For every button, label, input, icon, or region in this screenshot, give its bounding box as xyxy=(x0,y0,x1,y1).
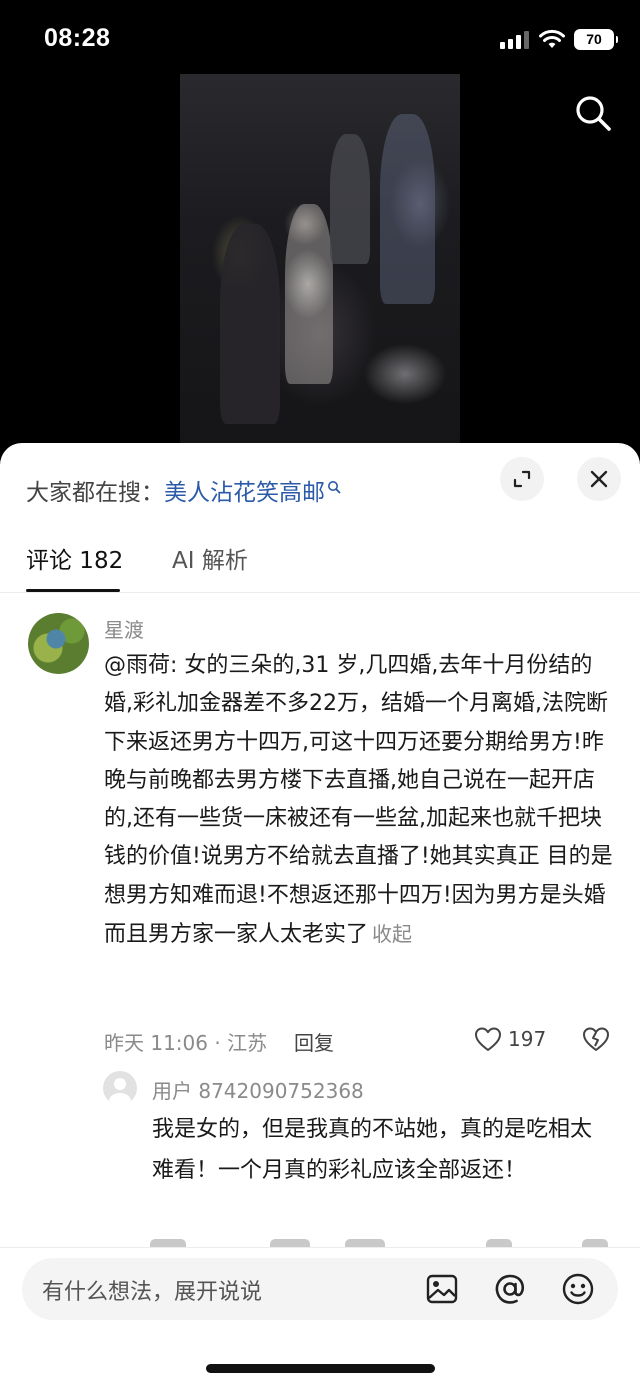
tab-ai-analysis[interactable]: AI 解析 xyxy=(172,541,248,575)
trending-search[interactable]: 大家都在搜：美人沾花笑高邮 xyxy=(26,473,341,507)
heart-icon xyxy=(475,1027,501,1051)
video-player[interactable] xyxy=(180,74,460,446)
expand-icon xyxy=(513,470,531,488)
comments-sheet: 大家都在搜：美人沾花笑高邮 评论 182 AI 解析 星渡 @雨荷: 女的三朵的… xyxy=(0,443,640,1386)
search-icon[interactable] xyxy=(572,92,614,134)
reply-text: 我是女的，但是我真的不站她，真的是吃相太难看！一个月真的彩礼应该全部返还！ xyxy=(152,1117,593,1183)
avatar[interactable] xyxy=(28,613,89,674)
small-search-icon xyxy=(328,481,341,494)
wifi-icon xyxy=(539,29,565,48)
reply-author[interactable]: 用户 8742090752368 xyxy=(152,1075,364,1104)
image-icon[interactable] xyxy=(424,1271,460,1307)
comment-input-bar: 有什么想法，展开说说 xyxy=(0,1247,640,1386)
expand-button[interactable] xyxy=(500,457,544,501)
like-button[interactable]: 197 xyxy=(474,1025,546,1053)
like-count: 197 xyxy=(508,1027,547,1051)
status-time: 08:28 xyxy=(44,24,111,52)
close-button[interactable] xyxy=(577,457,621,501)
at-icon[interactable] xyxy=(492,1271,528,1307)
screen: 08:28 70 大家都在搜：美人沾花笑高邮 评论 182 AI 解析 星渡 @… xyxy=(0,0,640,1386)
reply-button[interactable]: 回复 xyxy=(294,1027,334,1056)
comment-text: @雨荷: 女的三朵的,31 岁,几四婚,去年十月份结的婚,彩礼加金器差不多22万… xyxy=(104,647,616,954)
trending-prefix: 大家都在搜： xyxy=(26,480,164,506)
comment-meta: 昨天 11:06 · 江苏 xyxy=(104,1031,268,1055)
emoji-icon[interactable] xyxy=(560,1271,596,1307)
battery-indicator: 70 xyxy=(574,29,618,50)
active-tab-indicator xyxy=(26,589,120,592)
trending-keyword[interactable]: 美人沾花笑高邮 xyxy=(164,480,325,506)
comment-input[interactable]: 有什么想法，展开说说 xyxy=(22,1258,618,1320)
reply-avatar[interactable] xyxy=(103,1071,137,1105)
broken-heart-icon[interactable] xyxy=(582,1025,610,1053)
tab-bar: 评论 182 AI 解析 xyxy=(0,541,640,593)
comment-author[interactable]: 星渡 xyxy=(104,614,144,643)
close-icon xyxy=(590,470,608,488)
collapse-link[interactable]: 收起 xyxy=(372,922,412,946)
signal-icon xyxy=(500,31,530,49)
default-avatar-icon xyxy=(109,1078,131,1105)
input-placeholder: 有什么想法，展开说说 xyxy=(42,1280,263,1305)
home-indicator[interactable] xyxy=(206,1364,435,1373)
tab-comments[interactable]: 评论 182 xyxy=(26,541,123,575)
comment-text-body: @雨荷: 女的三朵的,31 岁,几四婚,去年十月份结的婚,彩礼加金器差不多22万… xyxy=(104,653,613,948)
status-bar: 08:28 70 xyxy=(0,0,640,80)
